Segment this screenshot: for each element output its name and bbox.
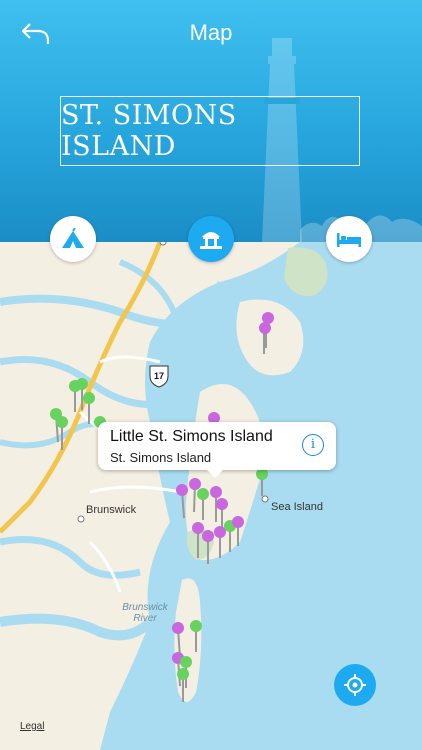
sights-filter-button[interactable] [188,216,234,262]
callout-title: Little St. Simons Island [110,428,273,445]
map-label-brunswick: Brunswick [86,504,137,516]
camping-filter-button[interactable] [50,216,96,262]
landmark-icon [200,232,222,249]
crosshair-icon [344,674,366,696]
svg-text:17: 17 [154,371,164,381]
location-banner: ST. SIMONS ISLAND [60,96,360,166]
banner-text: ST. SIMONS ISLAND [61,100,237,162]
locate-button[interactable] [334,664,376,706]
callout-subtitle: St. Simons Island [110,450,212,465]
info-icon[interactable]: i [302,434,324,456]
legal-link[interactable]: Legal [20,721,44,732]
map-label-sea-island: Sea Island [271,501,323,513]
hotels-filter-button[interactable] [326,216,372,262]
page-title: Map [189,20,233,45]
bed-icon [337,233,361,247]
tent-icon [62,228,84,248]
map-label-brunswick-river: Brunswick River [122,602,168,624]
header: Map ST. SIMONS ISLAND [0,0,422,242]
map-callout[interactable]: Little St. Simons Island St. Simons Isla… [98,422,336,478]
